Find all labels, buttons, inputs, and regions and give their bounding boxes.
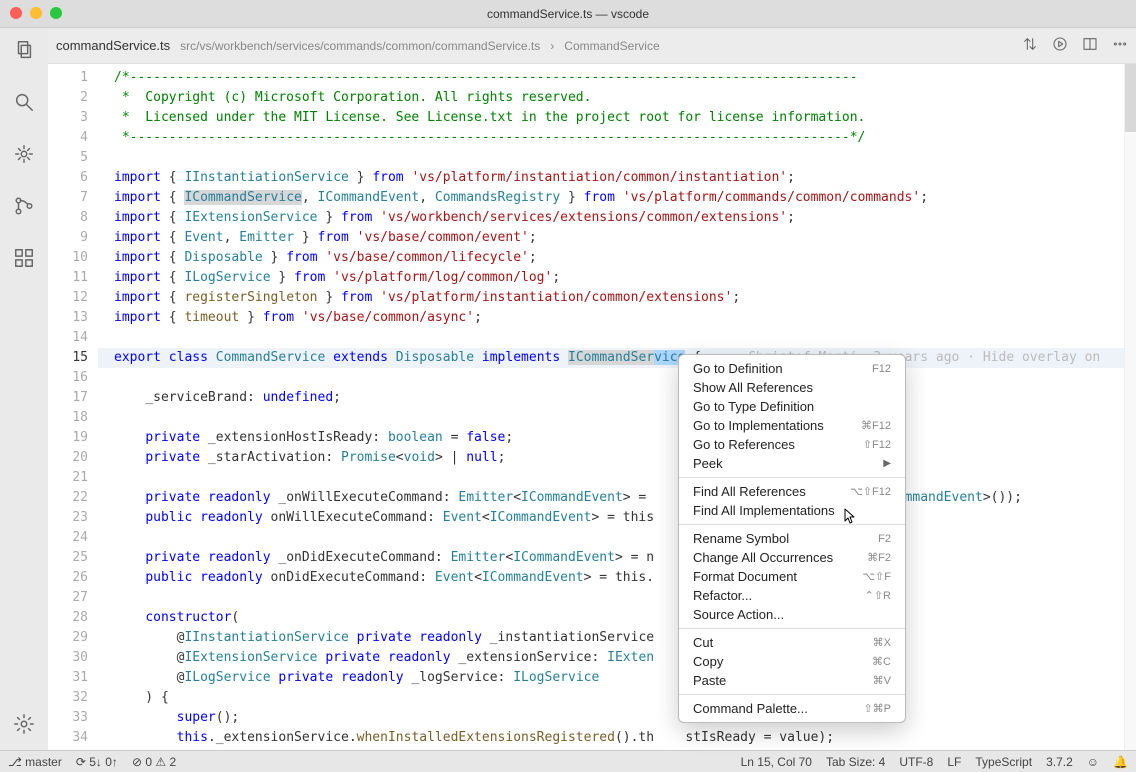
- menu-item-shortcut: ⌘F12: [861, 419, 891, 432]
- menu-item-rename-symbol[interactable]: Rename SymbolF2: [679, 529, 905, 548]
- mouse-cursor: [844, 508, 856, 524]
- breadcrumb-path[interactable]: src/vs/workbench/services/commands/commo…: [180, 39, 540, 53]
- menu-item-shortcut: F12: [872, 363, 891, 375]
- menu-separator: [679, 694, 905, 695]
- files-icon[interactable]: [10, 36, 38, 64]
- menu-item-go-to-implementations[interactable]: Go to Implementations⌘F12: [679, 416, 905, 435]
- source-control-icon[interactable]: [10, 192, 38, 220]
- menu-separator: [679, 628, 905, 629]
- menu-item-cut[interactable]: Cut⌘X: [679, 633, 905, 652]
- menu-item-label: Go to Definition: [693, 361, 872, 376]
- status-branch[interactable]: ⎇ master: [8, 755, 62, 769]
- menu-item-label: Go to Implementations: [693, 418, 861, 433]
- menu-item-go-to-type-definition[interactable]: Go to Type Definition: [679, 397, 905, 416]
- menu-item-find-all-references[interactable]: Find All References⌥⇧F12: [679, 482, 905, 501]
- menu-item-label: Paste: [693, 673, 873, 688]
- menu-item-paste[interactable]: Paste⌘V: [679, 671, 905, 690]
- menu-separator: [679, 477, 905, 478]
- context-menu[interactable]: Go to DefinitionF12 Show All References Go…: [678, 354, 906, 723]
- menu-item-label: Find All References: [693, 484, 850, 499]
- menu-item-show-all-references[interactable]: Show All References: [679, 378, 905, 397]
- menu-item-label: Refactor...: [693, 588, 865, 603]
- status-cursor[interactable]: Ln 15, Col 70: [741, 755, 812, 769]
- status-encoding[interactable]: UTF-8: [899, 755, 933, 769]
- menu-item-label: Peek: [693, 456, 883, 471]
- menu-item-go-to-definition[interactable]: Go to DefinitionF12: [679, 359, 905, 378]
- menu-item-label: Change All Occurrences: [693, 550, 867, 565]
- bell-icon[interactable]: 🔔: [1113, 755, 1128, 769]
- menu-item-label: Show All References: [693, 380, 891, 395]
- menu-item-label: Go to Type Definition: [693, 399, 891, 414]
- menu-item-shortcut: ⌘X: [873, 636, 891, 649]
- menu-item-label: Source Action...: [693, 607, 891, 622]
- line-gutter: 1234567891011121314151617181920212223242…: [48, 64, 98, 750]
- menu-item-find-all-implementations[interactable]: Find All Implementations: [679, 501, 905, 520]
- menu-item-shortcut: ⌥⇧F12: [850, 485, 891, 498]
- status-sync[interactable]: ⟳ 5↓ 0↑: [76, 755, 118, 769]
- menu-item-format-document[interactable]: Format Document⌥⇧F: [679, 567, 905, 586]
- menu-item-shortcut: ⌘C: [872, 655, 891, 668]
- code-editor[interactable]: 1234567891011121314151617181920212223242…: [48, 64, 1136, 750]
- debug-icon[interactable]: [10, 140, 38, 168]
- menu-item-shortcut: ⌃⇧R: [865, 589, 891, 602]
- more-icon[interactable]: [1112, 36, 1128, 55]
- search-icon[interactable]: [10, 88, 38, 116]
- activity-bar: [0, 28, 48, 750]
- status-tabsize[interactable]: Tab Size: 4: [826, 755, 885, 769]
- menu-item-copy[interactable]: Copy⌘C: [679, 652, 905, 671]
- close-window-icon[interactable]: [10, 7, 22, 19]
- menu-item-label: Format Document: [693, 569, 862, 584]
- status-version[interactable]: 3.7.2: [1046, 755, 1073, 769]
- titlebar: commandService.ts — vscode: [0, 0, 1136, 28]
- menu-item-shortcut: ⇧F12: [863, 438, 891, 451]
- zoom-window-icon[interactable]: [50, 7, 62, 19]
- breadcrumb-symbol[interactable]: CommandService: [564, 39, 659, 53]
- code-content[interactable]: /*--------------------------------------…: [98, 64, 1136, 750]
- menu-item-shortcut: F2: [878, 533, 891, 545]
- window-title: commandService.ts — vscode: [487, 7, 649, 21]
- split-editor-icon[interactable]: [1082, 36, 1098, 55]
- menu-item-label: Go to References: [693, 437, 863, 452]
- menu-item-source-action[interactable]: Source Action...: [679, 605, 905, 624]
- preview-icon[interactable]: [1052, 36, 1068, 55]
- menu-item-peek[interactable]: Peek▶: [679, 454, 905, 473]
- menu-item-change-all-occurrences[interactable]: Change All Occurrences⌘F2: [679, 548, 905, 567]
- tabbar: commandService.ts src/vs/workbench/servi…: [48, 28, 1136, 64]
- gear-icon[interactable]: [10, 710, 38, 738]
- menu-item-shortcut: ⇧⌘P: [863, 702, 891, 715]
- menu-item-shortcut: ⌥⇧F: [862, 570, 891, 583]
- compare-icon[interactable]: [1022, 36, 1038, 55]
- menu-item-label: Cut: [693, 635, 873, 650]
- menu-item-refactor[interactable]: Refactor...⌃⇧R: [679, 586, 905, 605]
- breadcrumb-sep: ›: [550, 39, 554, 53]
- status-lang[interactable]: TypeScript: [975, 755, 1032, 769]
- window-controls: [10, 7, 62, 19]
- menu-item-label: Copy: [693, 654, 872, 669]
- minimize-window-icon[interactable]: [30, 7, 42, 19]
- extensions-icon[interactable]: [10, 244, 38, 272]
- menu-item-label: Command Palette...: [693, 701, 863, 716]
- menu-item-shortcut: ⌘V: [873, 674, 891, 687]
- statusbar: ⎇ master ⟳ 5↓ 0↑ ⊘ 0 ⚠ 2 Ln 15, Col 70 T…: [0, 750, 1136, 772]
- minimap[interactable]: [1124, 64, 1136, 750]
- feedback-icon[interactable]: ☺: [1087, 755, 1099, 769]
- minimap-thumb[interactable]: [1125, 64, 1136, 132]
- submenu-arrow-icon: ▶: [883, 458, 891, 469]
- menu-separator: [679, 524, 905, 525]
- menu-item-command-palette[interactable]: Command Palette...⇧⌘P: [679, 699, 905, 718]
- tab-title[interactable]: commandService.ts: [56, 38, 170, 53]
- menu-item-shortcut: ⌘F2: [867, 551, 891, 564]
- menu-item-go-to-references[interactable]: Go to References⇧F12: [679, 435, 905, 454]
- status-eol[interactable]: LF: [947, 755, 961, 769]
- menu-item-label: Rename Symbol: [693, 531, 878, 546]
- status-errors[interactable]: ⊘ 0 ⚠ 2: [132, 755, 176, 769]
- menu-item-label: Find All Implementations: [693, 503, 891, 518]
